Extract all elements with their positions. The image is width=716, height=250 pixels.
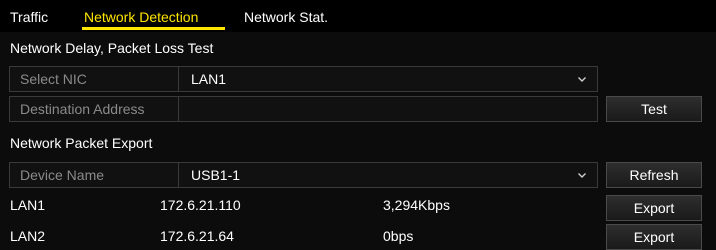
table-row-lan2-interface: LAN2 xyxy=(10,228,46,244)
select-nic-dropdown[interactable]: LAN1 xyxy=(179,67,597,91)
destination-address-label: Destination Address xyxy=(10,97,179,121)
table-row-lan1-rate: 3,294Kbps xyxy=(383,197,450,213)
table-row-lan1-ip: 172.6.21.110 xyxy=(160,197,241,213)
tab-traffic[interactable]: Traffic xyxy=(10,9,48,25)
test-button[interactable]: Test xyxy=(606,96,702,122)
chevron-down-icon[interactable] xyxy=(577,67,589,91)
chevron-down-icon[interactable] xyxy=(577,163,589,187)
table-row-lan2-rate: 0bps xyxy=(383,228,414,244)
packet-export-title: Network Packet Export xyxy=(10,135,153,151)
select-nic-label: Select NIC xyxy=(10,67,179,91)
export-button-lan1[interactable]: Export xyxy=(606,195,702,221)
table-row-lan2-ip: 172.6.21.64 xyxy=(160,228,234,244)
tab-network-stat[interactable]: Network Stat. xyxy=(244,9,328,25)
device-name-value: USB1-1 xyxy=(191,167,241,183)
device-name-label: Device Name xyxy=(10,163,179,187)
destination-address-input[interactable] xyxy=(179,97,597,121)
tab-network-detection[interactable]: Network Detection xyxy=(84,9,198,25)
table-row-lan1-interface: LAN1 xyxy=(10,197,46,213)
export-button-lan2[interactable]: Export xyxy=(606,224,702,250)
delay-test-title: Network Delay, Packet Loss Test xyxy=(10,40,214,56)
device-name-dropdown[interactable]: USB1-1 xyxy=(179,163,597,187)
active-tab-underline xyxy=(82,27,225,30)
select-nic-value: LAN1 xyxy=(191,71,227,87)
refresh-button[interactable]: Refresh xyxy=(606,162,702,188)
device-name-row: Device Name USB1-1 xyxy=(9,162,598,188)
select-nic-row: Select NIC LAN1 xyxy=(9,66,598,92)
destination-address-row: Destination Address xyxy=(9,96,598,122)
